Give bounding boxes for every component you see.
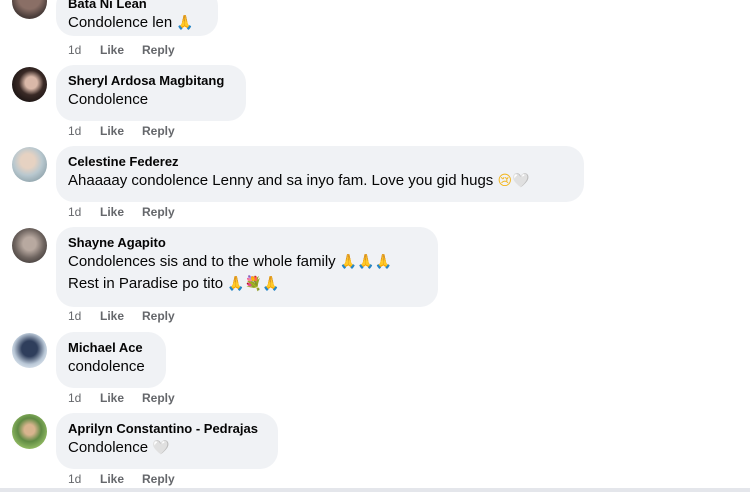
avatar[interactable] [12, 67, 47, 102]
timestamp[interactable]: 1d [68, 43, 100, 57]
commenter-name[interactable]: Sheryl Ardosa Magbitang [68, 72, 234, 89]
reply-button[interactable]: Reply [142, 309, 175, 323]
commenter-name[interactable]: Michael Ace [68, 339, 154, 356]
pray-emoji-icon: 🙏 [176, 15, 194, 31]
comment-actions: 1d Like Reply [68, 391, 175, 405]
commenter-name[interactable]: Bata Ni Lean [68, 0, 206, 12]
timestamp[interactable]: 1d [68, 309, 100, 323]
comment-line: Rest in Paradise po tito [68, 275, 224, 292]
comment-text: Ahaaaay condolence Lenny and sa inyo fam… [68, 170, 572, 192]
comment-line: Ahaaaay condolence Lenny and sa inyo fam… [68, 172, 494, 189]
avatar[interactable] [12, 0, 47, 19]
avatar[interactable] [12, 228, 47, 263]
sad-heart-emoji-icon: 😢🤍 [497, 173, 530, 189]
timestamp[interactable]: 1d [68, 205, 100, 219]
avatar[interactable] [12, 333, 47, 368]
comment-line: condolence [68, 358, 145, 375]
avatar[interactable] [12, 414, 47, 449]
comment-bubble: Aprilyn Constantino - Pedrajas Condolenc… [56, 413, 278, 469]
comment-actions: 1d Like Reply [68, 309, 175, 323]
timestamp[interactable]: 1d [68, 124, 100, 138]
comment-actions: 1d Like Reply [68, 124, 175, 138]
like-button[interactable]: Like [100, 205, 142, 219]
comment-actions: 1d Like Reply [68, 205, 175, 219]
comment-text: Condolence 🤍 [68, 437, 266, 459]
comment-text: condolence [68, 356, 154, 377]
comment-line: Condolences sis and to the whole family [68, 253, 336, 270]
comment-text: Condolence [68, 89, 234, 110]
like-button[interactable]: Like [100, 43, 142, 57]
divider [0, 488, 750, 492]
comment-bubble: Michael Ace condolence [56, 332, 166, 388]
reply-button[interactable]: Reply [142, 472, 175, 486]
comment-text: Condolence len 🙏 [68, 12, 206, 34]
comment-line: Condolence [68, 91, 149, 108]
like-button[interactable]: Like [100, 124, 142, 138]
like-button[interactable]: Like [100, 391, 142, 405]
comment-bubble: Sheryl Ardosa Magbitang Condolence [56, 65, 246, 121]
bouquet-emoji-icon: 🙏💐🙏 [227, 276, 280, 292]
comment-line: Condolence len [68, 14, 173, 31]
avatar[interactable] [12, 147, 47, 182]
timestamp[interactable]: 1d [68, 472, 100, 486]
commenter-name[interactable]: Shayne Agapito [68, 234, 426, 251]
comment-actions: 1d Like Reply [68, 43, 175, 57]
commenter-name[interactable]: Aprilyn Constantino - Pedrajas [68, 420, 266, 437]
comment-line: Condolence [68, 439, 149, 456]
comment-text: Rest in Paradise po tito 🙏💐🙏 [68, 273, 426, 295]
comment-bubble: Bata Ni Lean Condolence len 🙏 [56, 0, 218, 36]
timestamp[interactable]: 1d [68, 391, 100, 405]
like-button[interactable]: Like [100, 472, 142, 486]
like-button[interactable]: Like [100, 309, 142, 323]
reply-button[interactable]: Reply [142, 124, 175, 138]
reply-button[interactable]: Reply [142, 205, 175, 219]
commenter-name[interactable]: Celestine Federez [68, 153, 572, 170]
reply-button[interactable]: Reply [142, 391, 175, 405]
comment-actions: 1d Like Reply [68, 472, 175, 486]
comment-bubble: Celestine Federez Ahaaaay condolence Len… [56, 146, 584, 202]
pray-emoji-icon: 🙏🙏🙏 [339, 254, 393, 270]
comment-bubble: Shayne Agapito Condolences sis and to th… [56, 227, 438, 307]
comment-text: Condolences sis and to the whole family … [68, 251, 426, 273]
reply-button[interactable]: Reply [142, 43, 175, 57]
white-heart-emoji-icon: 🤍 [152, 440, 170, 456]
